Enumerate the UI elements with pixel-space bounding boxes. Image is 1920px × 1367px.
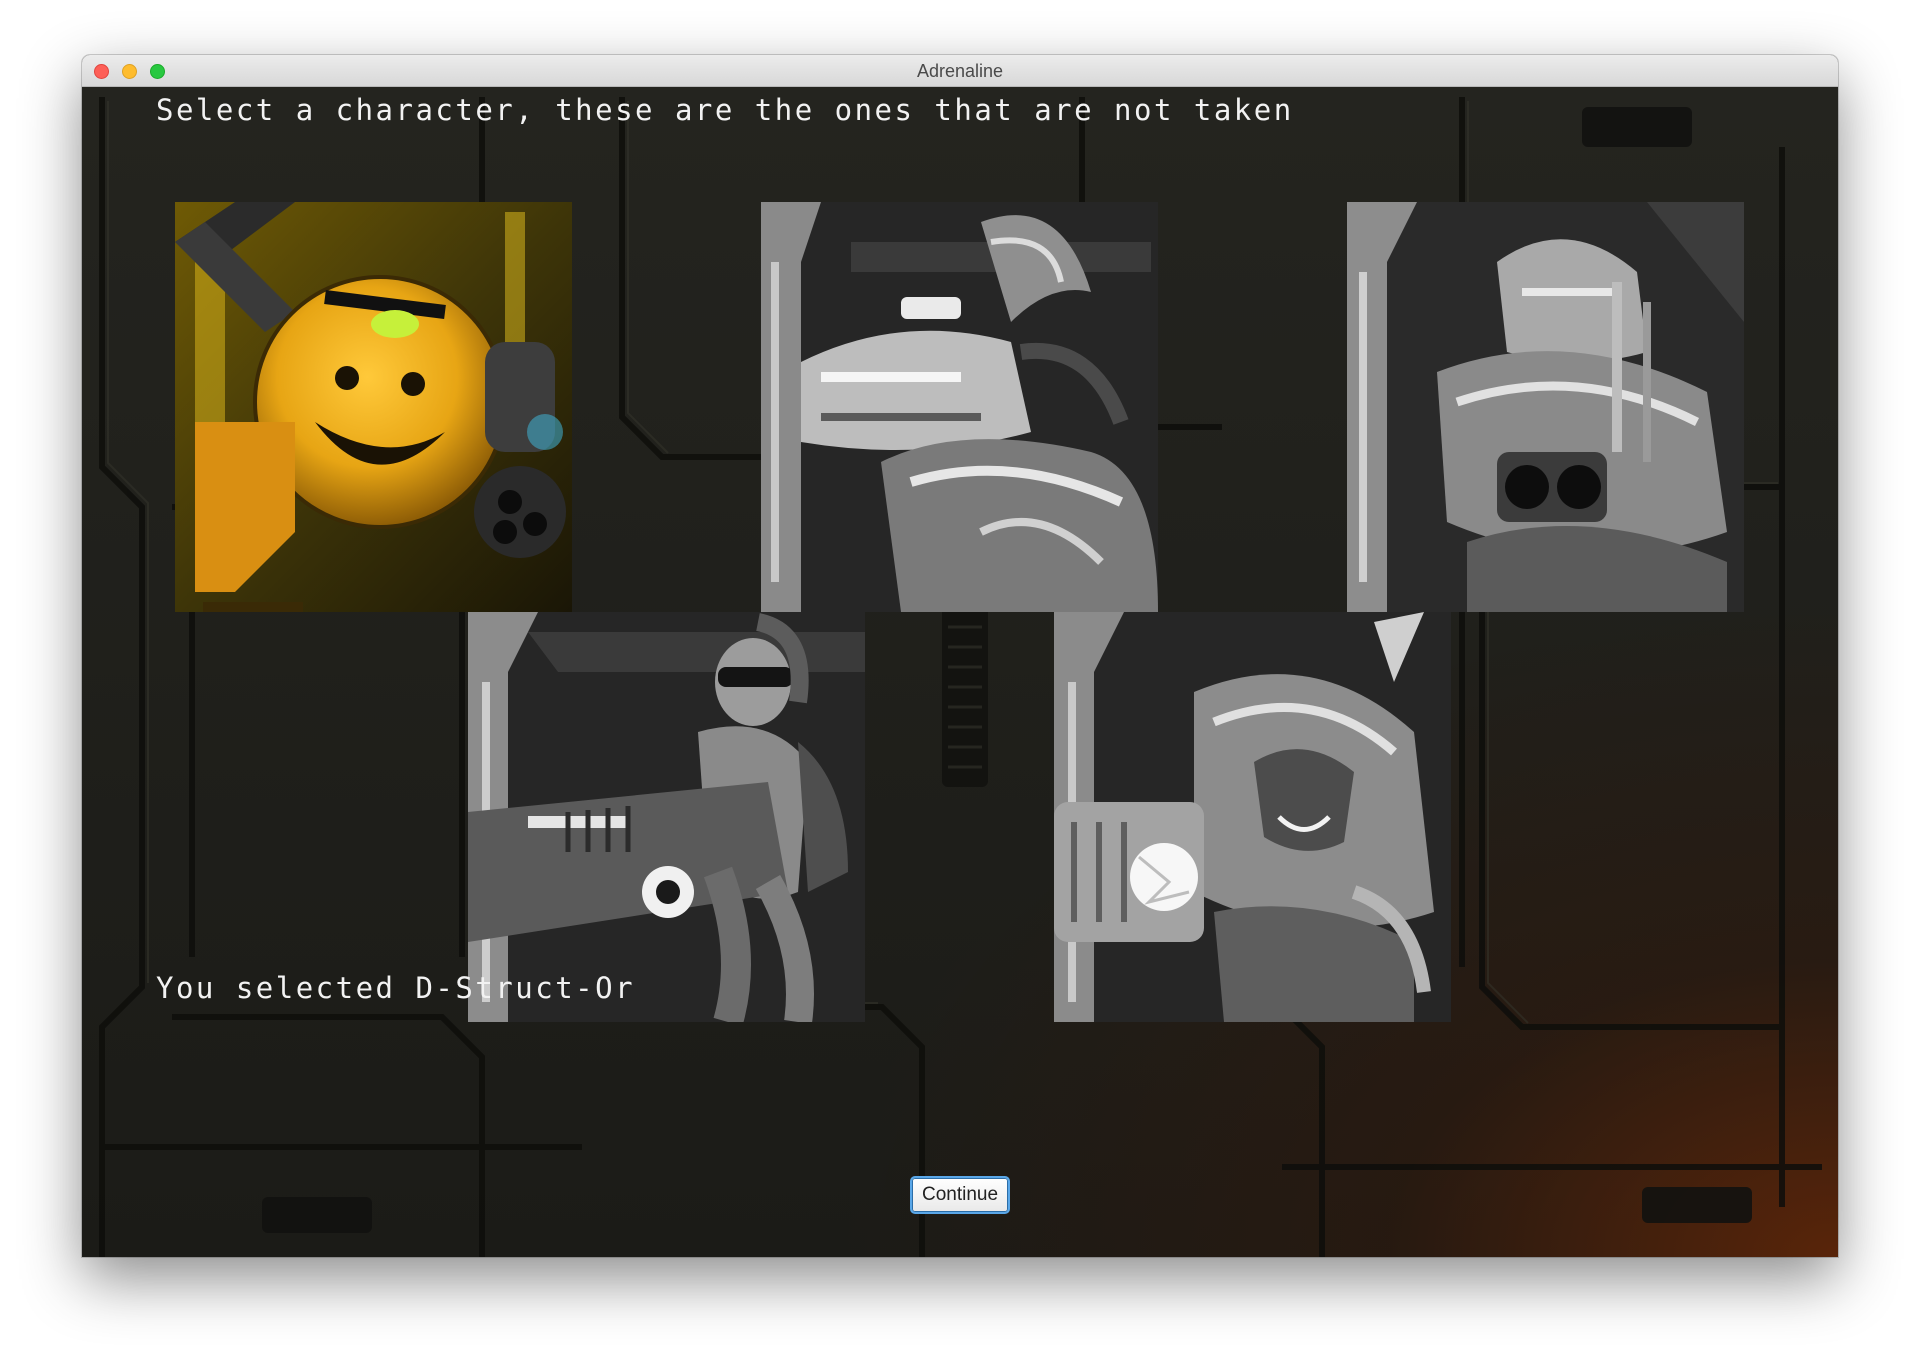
desktop: Adrenaline Select a character, these are… (0, 0, 1920, 1367)
armored-brute-portrait (1347, 202, 1744, 612)
character-card-dozer[interactable] (1054, 612, 1451, 1022)
reptilian-monster-portrait (1054, 612, 1451, 1022)
window-title: Adrenaline (916, 61, 1004, 81)
character-card-violet[interactable] (468, 612, 865, 1022)
character-card-sprog[interactable] (761, 202, 1158, 612)
selection-message: You selected D-Struct-Or (156, 971, 636, 1005)
select-character-prompt: Select a character, these are the ones t… (156, 93, 1294, 127)
yellow-robot-portrait (175, 202, 572, 612)
character-card-d-struct-or[interactable] (175, 202, 572, 612)
title-bar[interactable]: Adrenaline (82, 55, 1838, 87)
continue-button[interactable]: Continue (910, 1176, 1010, 1214)
character-card-banshee[interactable] (1347, 202, 1744, 612)
alien-creature-portrait (761, 202, 1158, 612)
app-window: Adrenaline Select a character, these are… (82, 55, 1838, 1257)
game-panel: Select a character, these are the ones t… (82, 87, 1838, 1257)
gunner-portrait (468, 612, 865, 1022)
